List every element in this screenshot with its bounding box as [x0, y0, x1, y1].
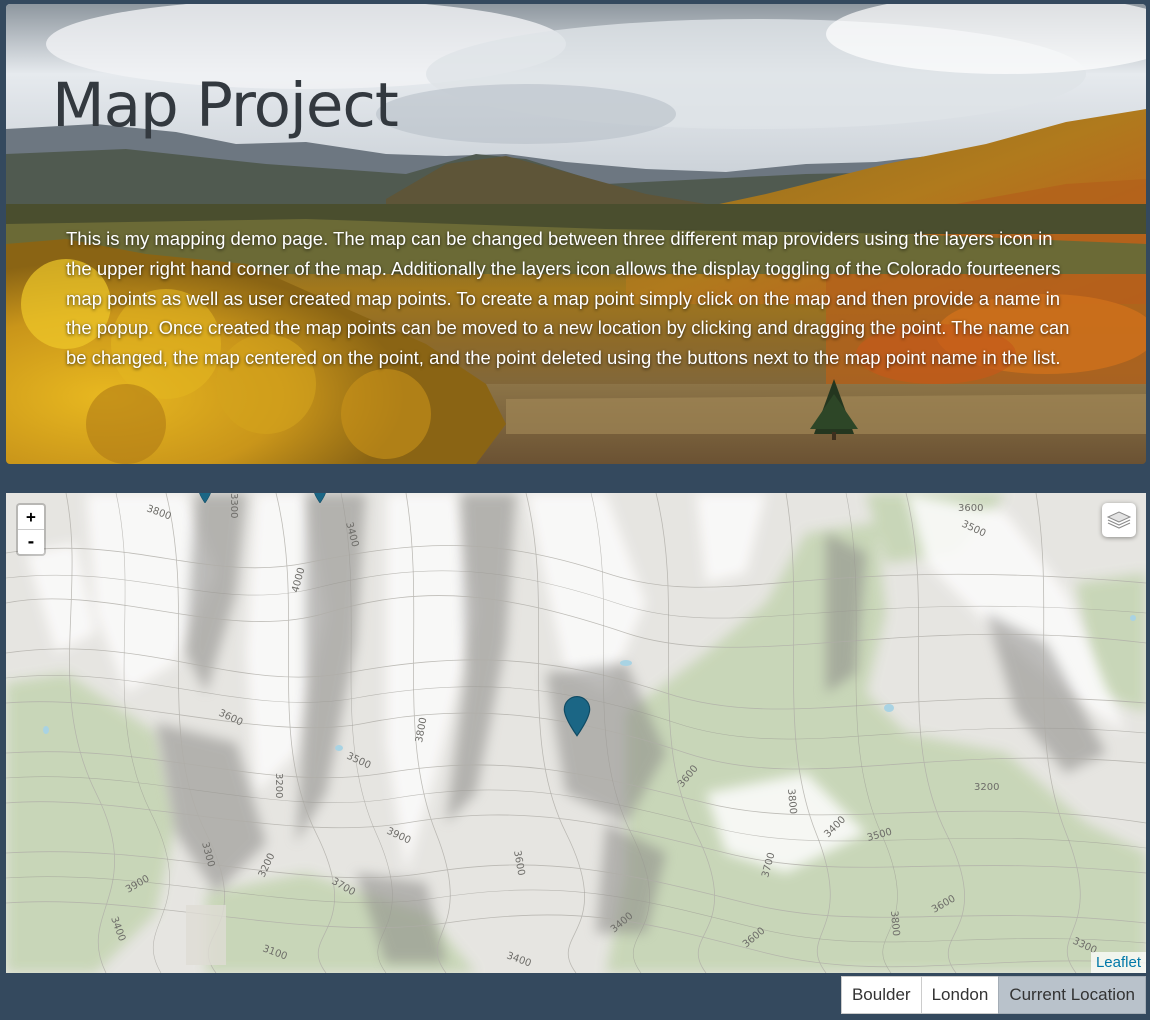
contour-label: 3600: [958, 503, 983, 514]
contour-label: 3200: [273, 773, 284, 798]
page-title: Map Project: [52, 70, 399, 141]
contour-label: 3800: [888, 910, 901, 936]
zoom-control: + -: [16, 503, 46, 556]
zoom-out-button[interactable]: -: [18, 529, 44, 554]
location-button-group: Boulder London Current Location: [840, 976, 1146, 1014]
london-button[interactable]: London: [920, 976, 1000, 1014]
current-location-button[interactable]: Current Location: [998, 976, 1146, 1014]
leaflet-attribution-link[interactable]: Leaflet: [1090, 952, 1146, 973]
layers-icon: [1106, 511, 1132, 529]
hero-banner: Map Project This is my mapping demo page…: [6, 4, 1146, 464]
map-marker[interactable]: [308, 493, 332, 503]
map-container[interactable]: 3800 3400 4000 3600 3500 3600 3800 3500 …: [6, 493, 1146, 973]
boulder-button[interactable]: Boulder: [840, 976, 922, 1014]
contour-label: 3200: [974, 782, 999, 793]
page-description: This is my mapping demo page. The map ca…: [66, 228, 1070, 369]
map-marker[interactable]: [562, 693, 592, 737]
zoom-in-button[interactable]: +: [18, 505, 44, 529]
map-marker[interactable]: [192, 493, 218, 503]
contour-label: 3300: [228, 493, 239, 518]
layers-control-button[interactable]: [1102, 503, 1136, 537]
contour-label: 3800: [785, 788, 798, 814]
